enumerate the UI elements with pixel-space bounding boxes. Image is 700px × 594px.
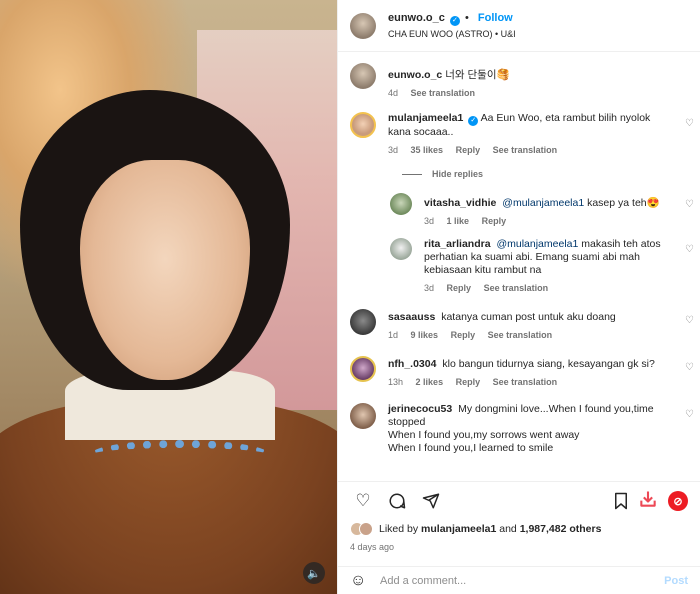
caption-age[interactable]: 4d — [388, 88, 398, 98]
like-heart-icon[interactable]: ♡ — [685, 362, 694, 373]
post-media[interactable]: 🔈 — [0, 0, 337, 594]
avatar[interactable] — [350, 112, 376, 138]
reply-item: rita_arliandra @mulanjameela1 makasih te… — [390, 238, 694, 293]
mute-icon[interactable]: 🔈 — [303, 562, 325, 584]
likes-and: and — [499, 523, 517, 535]
add-comment-bar: ☺ Add a comment... Post — [338, 566, 700, 594]
comment-text: katanya cuman post untuk aku doang — [441, 311, 616, 323]
like-heart-icon[interactable]: ♡ — [685, 409, 694, 420]
download-icon[interactable] — [638, 489, 658, 514]
comment-age[interactable]: 1d — [388, 330, 398, 340]
header-subtitle[interactable]: CHA EUN WOO (ASTRO) • U&I — [388, 29, 516, 39]
comments-list[interactable]: eunwo.o_c 너와 단둘이🥞 4d See translation mula… — [338, 53, 700, 480]
comment-item: sasaauss katanya cuman post untuk aku do… — [350, 309, 694, 340]
like-heart-icon[interactable]: ♡ — [685, 199, 694, 210]
like-heart-icon[interactable]: ♡ — [685, 315, 694, 326]
comment-text-line: When I found you,I learned to smile — [388, 442, 554, 454]
block-icon[interactable]: ⊘ — [668, 491, 688, 511]
comment-likes[interactable]: 2 likes — [416, 377, 444, 387]
verified-icon: ✓ — [468, 116, 479, 126]
avatar[interactable] — [350, 12, 376, 39]
likes-user[interactable]: mulanjameela1 — [421, 523, 496, 535]
reply-button[interactable]: Reply — [482, 216, 507, 226]
hide-replies-button[interactable]: Hide replies — [402, 169, 688, 179]
likes-count[interactable]: 1,987,482 others — [520, 523, 602, 535]
post-header: eunwo.o_c ✓ • Follow CHA EUN WOO (ASTRO)… — [338, 0, 700, 52]
comment-text-line: When I found you,my sorrows went away — [388, 429, 580, 441]
reply-text: kasep ya teh😍 — [587, 197, 660, 209]
caption-username[interactable]: eunwo.o_c — [388, 69, 442, 81]
comment-input[interactable]: Add a comment... — [380, 575, 664, 587]
reply-likes[interactable]: 1 like — [447, 216, 470, 226]
reply-button[interactable]: Reply — [456, 145, 481, 155]
follow-button[interactable]: Follow — [478, 12, 513, 24]
reply-mention[interactable]: @mulanjameela1 — [496, 238, 578, 250]
comment-age[interactable]: 13h — [388, 377, 403, 387]
comment-item: nfh_.0304 klo bangun tidurnya siang, kes… — [350, 356, 694, 387]
bookmark-icon[interactable] — [608, 490, 634, 512]
likes-summary[interactable]: Liked by mulanjameela1 and 1,987,482 oth… — [350, 522, 688, 536]
comment-username[interactable]: sasaauss — [388, 311, 435, 323]
media-figure-trim — [90, 440, 270, 470]
reply-button[interactable]: Reply — [456, 377, 481, 387]
avatar[interactable] — [350, 63, 376, 89]
likes-prefix: Liked by — [379, 523, 419, 535]
post-actions: ♡ ⊘ Liked by mulanjameela1 and 1,987,482… — [338, 481, 700, 560]
comment-likes[interactable]: 9 likes — [411, 330, 439, 340]
avatar[interactable] — [390, 193, 412, 215]
avatar[interactable] — [350, 403, 376, 429]
like-heart-icon[interactable]: ♡ — [685, 118, 694, 129]
comment-username[interactable]: mulanjameela1 — [388, 112, 463, 124]
comment-text: klo bangun tidurnya siang, kesayangan gk… — [442, 358, 655, 370]
post-button[interactable]: Post — [664, 575, 688, 587]
see-translation-link[interactable]: See translation — [484, 283, 549, 293]
like-heart-icon[interactable]: ♡ — [685, 244, 694, 255]
reply-button[interactable]: Reply — [447, 283, 472, 293]
hide-replies-line — [402, 173, 422, 175]
see-translation-link[interactable]: See translation — [411, 88, 476, 98]
liker-avatar — [359, 522, 373, 536]
avatar[interactable] — [350, 309, 376, 335]
comment-likes[interactable]: 35 likes — [411, 145, 444, 155]
like-heart-icon[interactable]: ♡ — [350, 490, 376, 512]
reply-username[interactable]: rita_arliandra — [424, 238, 491, 250]
avatar[interactable] — [390, 238, 412, 260]
comment-icon[interactable] — [384, 490, 410, 512]
post-sidebar: eunwo.o_c ✓ • Follow CHA EUN WOO (ASTRO)… — [337, 0, 700, 594]
see-translation-link[interactable]: See translation — [488, 330, 553, 340]
see-translation-link[interactable]: See translation — [493, 377, 558, 387]
comment-item: mulanjameela1 ✓ Aa Eun Woo, eta rambut bi… — [350, 112, 694, 155]
comment-item: jerinecocu53 My dongmini love...When I f… — [350, 403, 694, 455]
hide-replies-label: Hide replies — [432, 169, 484, 179]
separator-dot: • — [464, 12, 469, 24]
comment-age[interactable]: 3d — [388, 145, 398, 155]
header-username[interactable]: eunwo.o_c — [388, 12, 445, 24]
verified-icon: ✓ — [449, 16, 460, 26]
reply-username[interactable]: vitasha_vidhie — [424, 197, 496, 209]
reply-button[interactable]: Reply — [451, 330, 476, 340]
avatar[interactable] — [350, 356, 376, 382]
share-icon[interactable] — [418, 490, 444, 512]
emoji-icon[interactable]: ☺ — [350, 572, 370, 590]
reply-age[interactable]: 3d — [424, 283, 434, 293]
see-translation-link[interactable]: See translation — [493, 145, 558, 155]
reply-mention[interactable]: @mulanjameela1 — [502, 197, 584, 209]
caption: eunwo.o_c 너와 단둘이🥞 4d See translation — [350, 63, 688, 98]
post-date[interactable]: 4 days ago — [350, 542, 688, 552]
comment-username[interactable]: jerinecocu53 — [388, 403, 452, 415]
caption-text: 너와 단둘이🥞 — [445, 69, 510, 81]
reply-item: vitasha_vidhie @mulanjameela1 kasep ya t… — [390, 193, 694, 226]
reply-age[interactable]: 3d — [424, 216, 434, 226]
comment-username[interactable]: nfh_.0304 — [388, 358, 436, 370]
